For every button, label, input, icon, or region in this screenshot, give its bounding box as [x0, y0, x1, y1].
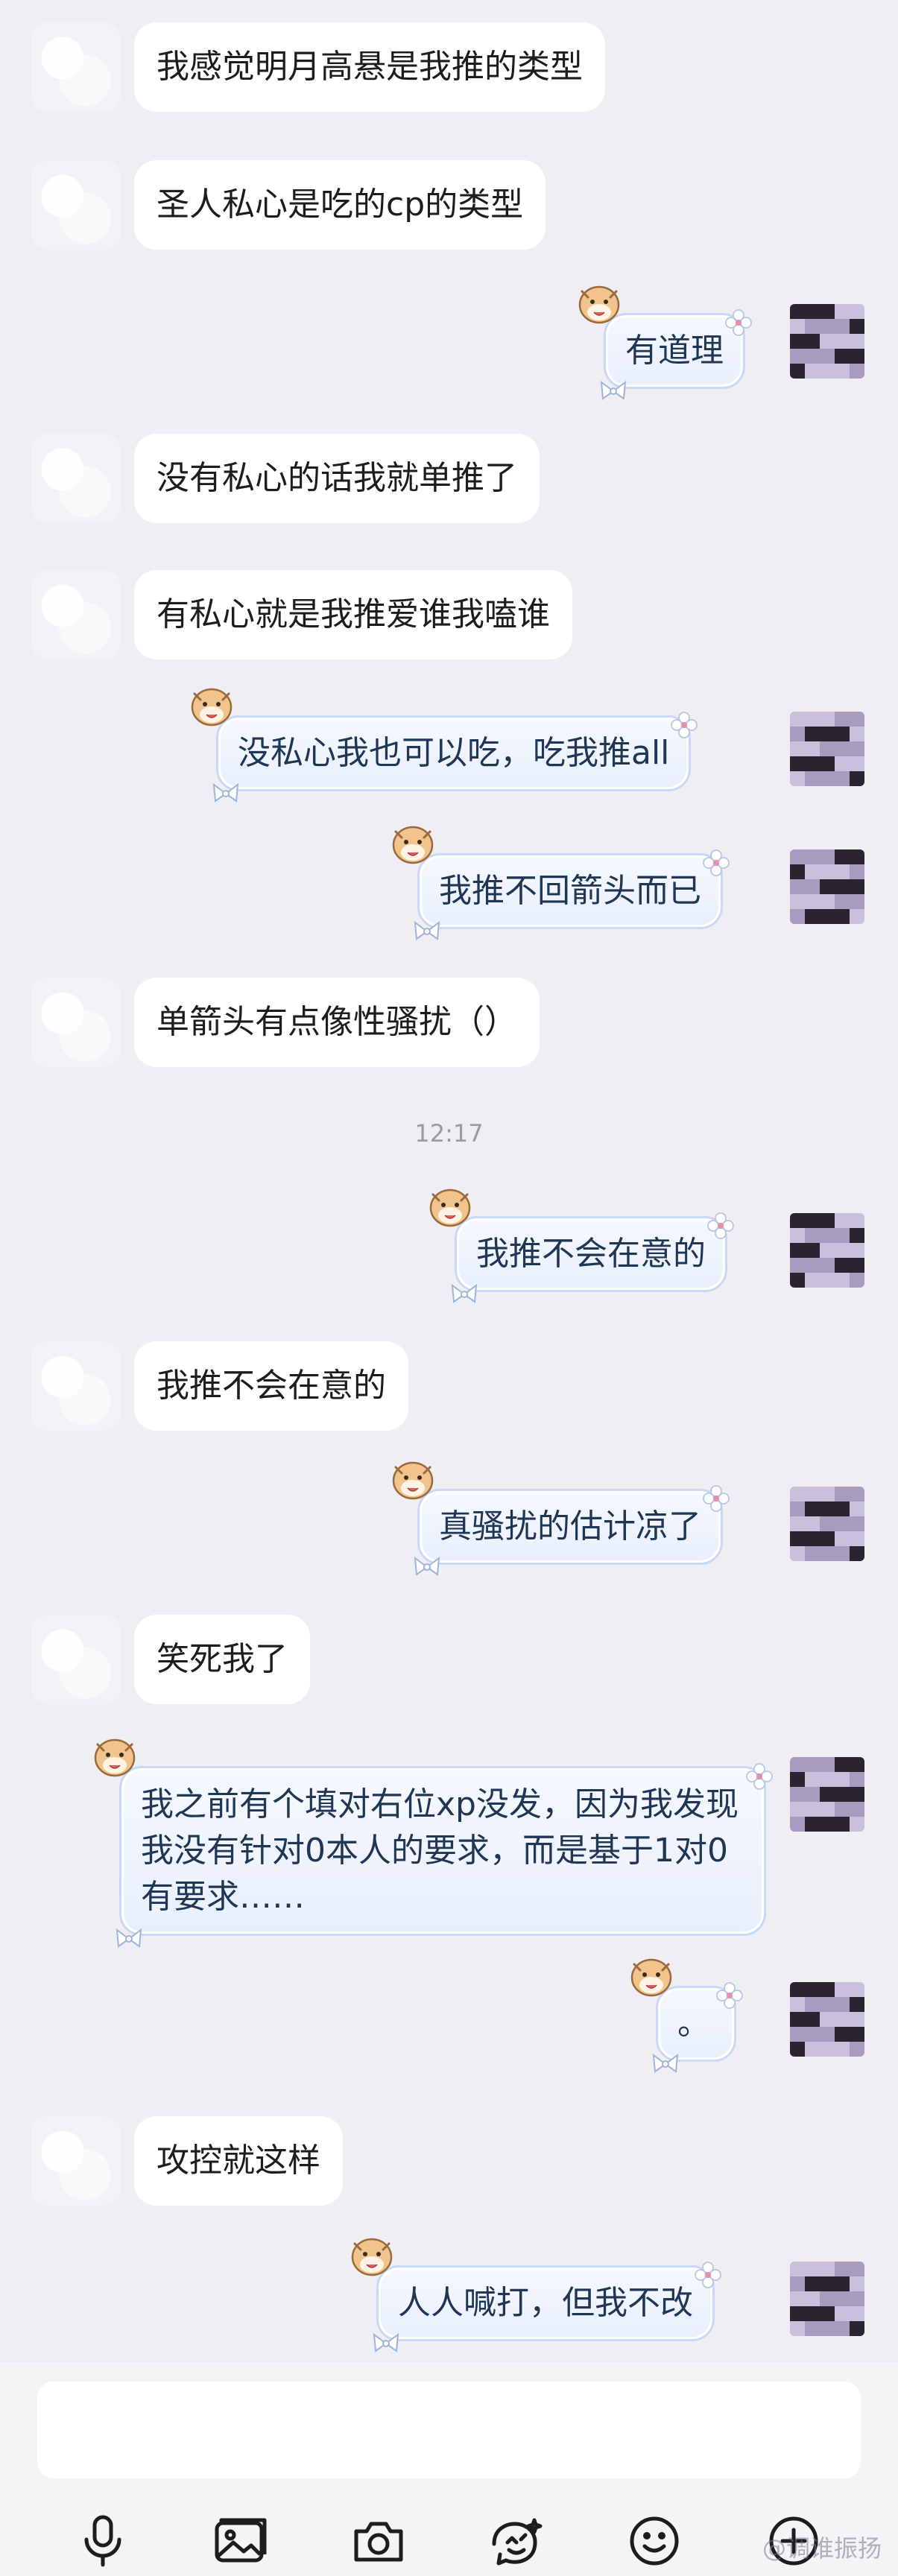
message-bubble[interactable]: 。 — [630, 1958, 743, 2073]
bow-icon — [449, 1275, 479, 1303]
sticker-mascot-icon — [385, 1451, 440, 1506]
message-bubble[interactable]: 我推不会在意的 — [429, 1189, 734, 1303]
message-input[interactable] — [37, 2382, 861, 2478]
bow-icon — [412, 912, 442, 940]
avatar[interactable] — [790, 849, 864, 924]
message-text: 人人喊打，但我不改 — [398, 2284, 693, 2322]
flower-icon — [669, 707, 699, 738]
message-bubble[interactable]: 人人喊打，但我不改 — [351, 2238, 721, 2352]
chat-history[interactable]: 我感觉明月高悬是我推的类型 圣人私心是吃的cp的类型 有道理 没有私心的话我就单… — [0, 0, 898, 2362]
message-text: 真骚扰的估计凉了 — [439, 1507, 701, 1545]
microphone-icon[interactable] — [73, 2511, 133, 2571]
message-bubble[interactable]: 笑死我了 — [134, 1615, 310, 1704]
avatar[interactable] — [790, 1213, 864, 1288]
message-bubble[interactable]: 没私心我也可以吃，吃我推all — [191, 688, 698, 803]
sticker-icon[interactable] — [487, 2511, 546, 2571]
avatar[interactable] — [31, 570, 121, 659]
flower-icon — [724, 305, 753, 336]
message-bubble[interactable]: 我推不回箭头而已 — [392, 826, 730, 940]
emoji-icon[interactable] — [625, 2511, 684, 2571]
message-bubble[interactable]: 我之前有个填对右位xp没发，因为我发现我没有针对0本人的要求，而是基于1对0有要… — [94, 1738, 773, 1948]
flower-icon — [706, 1208, 736, 1239]
message-bubble[interactable]: 有私心就是我推爱谁我嗑谁 — [134, 570, 572, 659]
bow-icon — [412, 1548, 442, 1576]
message-bubble[interactable]: 单箭头有点像性骚扰（） — [134, 978, 540, 1067]
camera-icon[interactable] — [349, 2511, 408, 2571]
avatar[interactable] — [790, 1757, 864, 1832]
sticker-mascot-icon — [572, 275, 627, 330]
watermark: @调谁振扬 — [762, 2534, 882, 2563]
avatar[interactable] — [31, 1341, 121, 1431]
avatar[interactable] — [790, 1487, 864, 1561]
avatar[interactable] — [790, 304, 864, 379]
message-bubble[interactable]: 我推不会在意的 — [134, 1341, 408, 1431]
sticker-mascot-icon — [624, 1948, 679, 2003]
avatar[interactable] — [31, 978, 121, 1067]
avatar[interactable] — [31, 22, 121, 112]
message-text: 。 — [677, 2004, 710, 2042]
sticker-mascot-icon — [344, 2227, 399, 2282]
sticker-mascot-icon — [184, 677, 239, 732]
flower-icon — [715, 1978, 744, 2009]
flower-icon — [701, 845, 731, 876]
flower-icon — [693, 2257, 723, 2288]
avatar[interactable] — [790, 1982, 864, 2057]
message-text: 我推不会在意的 — [476, 1235, 706, 1273]
message-bubble[interactable]: 我感觉明月高悬是我推的类型 — [134, 22, 605, 112]
timestamp: 12:17 — [414, 1119, 484, 1148]
bow-icon — [651, 2045, 680, 2073]
message-text: 有道理 — [625, 332, 724, 370]
bow-icon — [211, 774, 241, 803]
sticker-mascot-icon — [385, 815, 440, 870]
sticker-mascot-icon — [423, 1178, 478, 1233]
message-bubble[interactable]: 圣人私心是吃的cp的类型 — [134, 160, 546, 250]
avatar[interactable] — [31, 434, 121, 523]
avatar[interactable] — [790, 2262, 864, 2336]
message-text: 我之前有个填对右位xp没发，因为我发现我没有针对0本人的要求，而是基于1对0有要… — [141, 1785, 739, 1916]
image-icon[interactable] — [211, 2511, 271, 2571]
avatar[interactable] — [31, 160, 121, 250]
message-bubble[interactable]: 攻控就这样 — [134, 2116, 343, 2206]
avatar[interactable] — [31, 2116, 121, 2206]
message-text: 我推不回箭头而已 — [439, 872, 701, 910]
bow-icon — [114, 1919, 144, 1948]
flower-icon — [744, 1758, 774, 1790]
avatar[interactable] — [790, 712, 864, 786]
message-bubble[interactable]: 真骚扰的估计凉了 — [392, 1461, 730, 1576]
sticker-mascot-icon — [87, 1728, 142, 1783]
flower-icon — [701, 1481, 731, 1512]
bow-icon — [371, 2324, 401, 2352]
bow-icon — [598, 372, 628, 400]
avatar[interactable] — [31, 1615, 121, 1704]
message-text: 没私心我也可以吃，吃我推all — [238, 734, 670, 772]
message-bubble[interactable]: 有道理 — [578, 285, 752, 400]
message-bubble[interactable]: 没有私心的话我就单推了 — [134, 434, 540, 523]
